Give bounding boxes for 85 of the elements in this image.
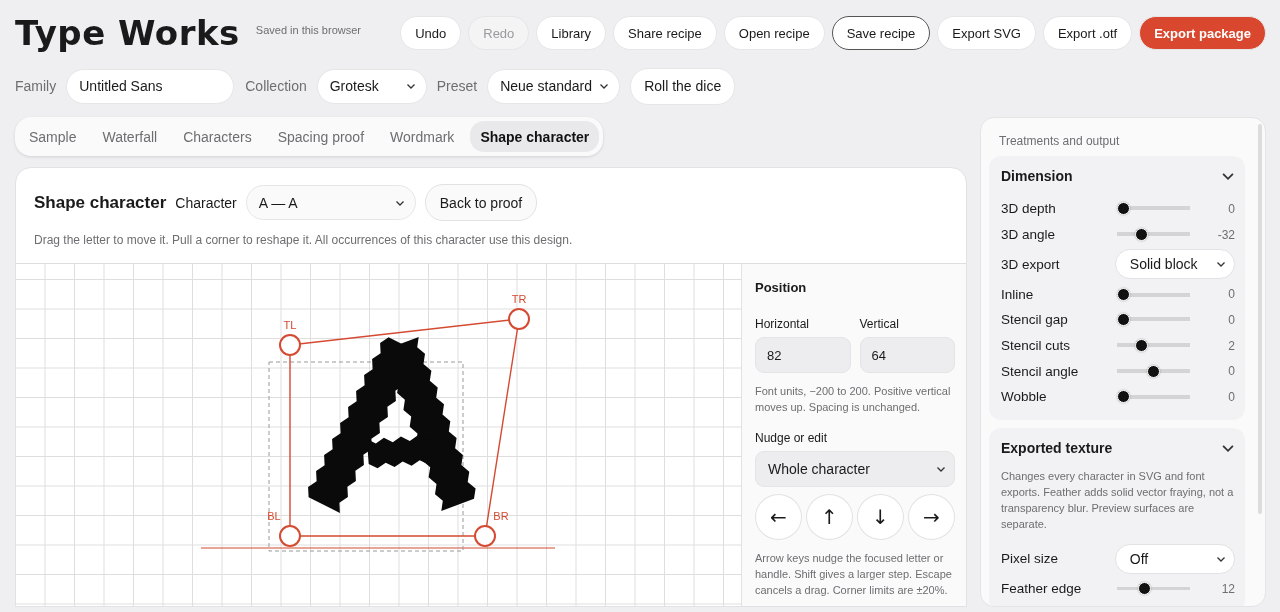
nudge-button[interactable]: ↓ [857,494,904,540]
tab[interactable]: Shape character [470,121,600,152]
tab[interactable]: Spacing proof [267,121,375,152]
slider-thumb[interactable] [1117,313,1130,327]
slider-thumb[interactable] [1135,339,1148,353]
setting-value: 2 [1228,338,1235,353]
handle-label: BR [493,510,509,522]
setting-label: Wobble [1001,389,1048,405]
corner-handle[interactable] [474,525,496,547]
setting-label: Inline [1001,286,1035,302]
handle-label: TR [511,293,527,305]
nudge-button[interactable]: → [908,494,955,540]
field-label: Nudge or edit [755,431,829,445]
corner-handle[interactable] [279,334,301,356]
nudge-select[interactable]: Whole character [755,451,955,487]
editor-title: Shape character [34,192,167,213]
back-button[interactable]: Back to proof [424,184,538,221]
section-title[interactable]: Exported texture [1001,439,1113,456]
setting-value: 12 [1221,581,1235,596]
panel-title: Treatments and output [999,134,1121,148]
position-title: Position [755,280,808,295]
setting-value: 0 [1228,201,1235,216]
field-label: Collection [245,78,307,94]
setting-label: 3D angle [1001,227,1057,243]
setting-value: -32 [1217,227,1235,242]
setting-label: Stencil gap [1001,312,1069,328]
position-note: Font units, −200 to 200. Positive vertical moves up. Spacing is unchanged. [755,384,952,415]
corner-handle[interactable] [279,525,301,547]
vertical-field[interactable]: 64 [859,337,955,373]
slider-thumb[interactable] [1117,287,1130,301]
toolbar-button[interactable]: Open recipe [723,16,825,50]
slider-thumb[interactable] [1147,364,1160,378]
app-title: Type Works [15,13,240,53]
setting-label: 3D export [1001,256,1061,272]
setting-select[interactable]: Solid block [1114,249,1235,280]
setting-label: Feather edge [1001,581,1083,597]
toolbar-button[interactable]: Export .otf [1042,16,1133,50]
tab[interactable]: Characters [173,121,262,152]
setting-select[interactable]: Off [1114,543,1235,574]
chevron-icon [405,81,416,91]
setting-value: 0 [1228,364,1235,379]
slider-thumb[interactable] [1117,390,1130,404]
field-label: Preset [436,78,478,94]
tab[interactable]: Wordmark [380,121,465,152]
chevron-icon [936,464,946,474]
setting-label: 3D depth [1001,201,1057,217]
slider-thumb[interactable] [1135,228,1148,242]
save-status: Saved in this browser [255,24,361,36]
slider-thumb[interactable] [1138,582,1151,596]
chevron-icon [599,81,610,91]
tab[interactable]: Sample [19,121,87,152]
field-label: Family [15,78,57,94]
preset-select[interactable]: Neue standard [487,68,621,104]
section-title[interactable]: Dimension [1001,168,1073,184]
character-select[interactable]: A — A [245,185,416,220]
tab[interactable]: Waterfall [92,121,168,152]
letter-drawing[interactable] [308,337,476,513]
setting-value: 0 [1228,312,1235,327]
toolbar-button[interactable]: Share recipe [613,16,717,50]
horizontal-field[interactable]: 82 [755,337,851,373]
setting-value: 0 [1228,389,1235,404]
family-field[interactable]: Untitled Sans [66,68,235,104]
handle-label: BL [267,510,281,522]
field-label: Vertical [859,317,900,331]
setting-label: Stencil cuts [1001,338,1072,354]
collection-select[interactable]: Grotesk [316,68,427,104]
toolbar-button[interactable]: Export SVG [937,16,1036,50]
toolbar-button[interactable]: Save recipe [831,16,931,50]
toolbar-button[interactable]: Undo [400,16,462,50]
dice-button[interactable]: Roll the dice [630,67,736,105]
corner-handle[interactable] [508,308,530,330]
nudge-note: Arrow keys nudge the focused letter or handle. Shift gives a larger step. Escape cancels a drag. Corner limits are ±20%. [755,551,953,598]
setting-value: 0 [1228,287,1235,302]
slider-thumb[interactable] [1117,202,1130,216]
nudge-button[interactable]: ↑ [806,494,853,540]
setting-label: Pixel size [1001,551,1060,567]
character-label: Character [175,194,237,211]
toolbar-button[interactable]: Export package [1139,16,1266,50]
setting-label: Stencil angle [1001,363,1080,379]
section-description: Changes every character in SVG and font exports. Feather adds solid vector fraying, not a transparency blur. Preview surfaces are separate. [1001,468,1235,532]
field-label: Horizontal [755,317,811,331]
handle-label: TL [283,319,297,331]
editor-hint: Drag the letter to move it. Pull a corner to reshape it. All occurrences of this character use this design. [34,233,574,247]
nudge-button[interactable]: ← [755,494,802,540]
toolbar-button[interactable]: Library [536,16,607,50]
